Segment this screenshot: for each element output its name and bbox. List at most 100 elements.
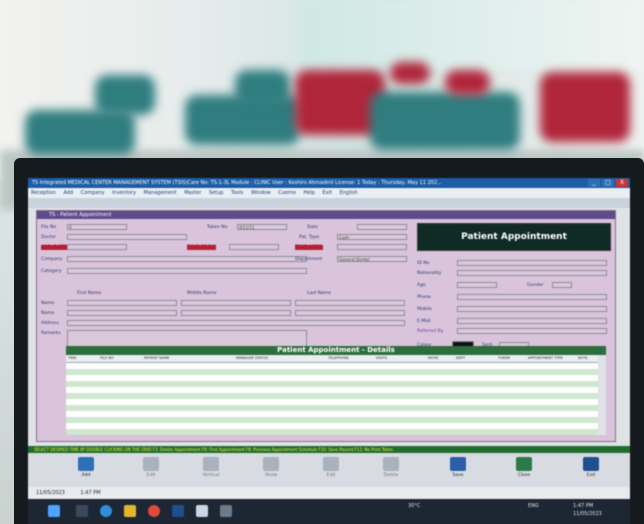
menu-company[interactable]: Company — [81, 190, 105, 196]
details-section-title: Patient Appointment - Details — [66, 346, 606, 355]
age-field[interactable] — [457, 282, 497, 288]
doctor-field[interactable] — [67, 234, 187, 240]
pat-type-label: Pat. Type — [299, 235, 320, 240]
col-file-no: FILE NO — [100, 356, 114, 360]
folder-icon[interactable] — [124, 505, 136, 517]
close-button[interactable]: X — [616, 179, 628, 187]
middle-name-ar-field[interactable] — [181, 310, 291, 316]
name-label: Name — [41, 301, 55, 306]
time-upto-field[interactable] — [337, 244, 407, 250]
status-time: 1:47 PM — [80, 490, 101, 496]
menu-window[interactable]: Window — [251, 190, 271, 196]
menu-master[interactable]: Master — [184, 190, 201, 196]
appt-date-field[interactable] — [67, 244, 127, 250]
task-view-icon[interactable] — [76, 505, 88, 517]
email-field[interactable] — [457, 318, 607, 324]
mobile-field[interactable] — [457, 306, 607, 312]
file-no-field[interactable]: 0 — [67, 224, 127, 230]
col-note: NOTE — [578, 356, 588, 360]
edit-button-label: Edit — [146, 473, 156, 478]
taskbar-clock[interactable]: 1:47 PM — [573, 503, 593, 509]
show-button-label: Show — [264, 473, 278, 478]
show-icon — [263, 457, 279, 471]
save-button[interactable]: Save — [440, 455, 476, 483]
phone-field[interactable] — [457, 294, 607, 300]
token-no-field[interactable]: 0/11/11 — [237, 224, 287, 230]
department-field[interactable]: General Dental — [337, 256, 407, 262]
menu-inventory[interactable]: Inventory — [112, 190, 136, 196]
nationality-field[interactable] — [457, 270, 607, 276]
last-name-ar-field[interactable] — [295, 310, 405, 316]
delete-button[interactable]: Delete — [373, 455, 409, 483]
exit-button[interactable]: Exit — [573, 455, 609, 483]
first-name-label: First Name — [77, 291, 102, 296]
chrome-icon[interactable] — [148, 505, 160, 517]
delete-button-label: Delete — [383, 473, 399, 478]
address-field[interactable] — [67, 320, 405, 326]
language-indicator[interactable]: ENG — [528, 503, 539, 509]
pat-type-field[interactable]: Cash — [337, 234, 407, 240]
menu-exit[interactable]: Exit — [323, 190, 332, 196]
app-icon[interactable] — [196, 505, 208, 517]
edit-record-button[interactable]: Edit — [313, 455, 349, 483]
grid-header: TIME FILE NO PATIENT NAME MANAGER STATUS… — [66, 355, 598, 363]
show-button[interactable]: Show — [253, 455, 289, 483]
menu-setup[interactable]: Setup — [209, 190, 224, 196]
menu-reception[interactable]: Reception — [31, 190, 56, 196]
window-titlebar: TS Integrated MEDICAL CENTER MANAGEMENT … — [28, 178, 630, 188]
maximize-button[interactable]: □ — [602, 179, 614, 187]
teal-chair — [25, 110, 135, 155]
app-icon[interactable] — [220, 505, 232, 517]
edit-record-button-label: Edit — [326, 473, 336, 478]
col-manager-status: MANAGER STATUS — [236, 356, 268, 360]
first-name-ar-field[interactable] — [67, 310, 177, 316]
details-grid[interactable]: TIME FILE NO PATIENT NAME MANAGER STATUS… — [66, 355, 598, 435]
company-field[interactable] — [67, 256, 307, 262]
last-name-label: Last Name — [307, 291, 332, 296]
col-dept: DEPT — [456, 356, 466, 360]
menu-cuemo[interactable]: Cuemo — [278, 190, 296, 196]
vertical-button[interactable]: Vertical — [193, 455, 229, 483]
last-name-field[interactable] — [295, 300, 405, 306]
add-button[interactable]: Add — [68, 455, 104, 483]
address-label: Address — [41, 321, 59, 326]
gender-field[interactable] — [552, 282, 572, 288]
id-no-field[interactable] — [457, 260, 607, 266]
minimize-button[interactable]: _ — [588, 179, 600, 187]
first-name-field[interactable] — [67, 300, 177, 306]
close-form-button[interactable]: Close — [506, 455, 542, 483]
edit-button[interactable]: Edit — [133, 455, 169, 483]
grid-row[interactable] — [66, 429, 598, 435]
date-field[interactable] — [357, 224, 407, 230]
referred-by-label: Referred By — [417, 329, 444, 334]
menu-help[interactable]: Help — [304, 190, 315, 196]
delete-icon — [383, 457, 399, 471]
col-telephone: TELEPHONE — [328, 356, 349, 360]
middle-name-field[interactable] — [181, 300, 291, 306]
form-header: TS - Patient Appointment — [37, 211, 615, 219]
col-appointment-type: APPOINTMENT TYPE — [528, 356, 563, 360]
app-icon[interactable] — [172, 505, 184, 517]
taskbar-date[interactable]: 11/05/2023 — [573, 511, 602, 517]
red-chair — [445, 70, 490, 95]
referred-by-field[interactable] — [457, 328, 607, 334]
menu-management[interactable]: Management — [144, 190, 177, 196]
category-label: Category — [41, 269, 62, 274]
time-from-field[interactable] — [229, 244, 279, 250]
id-no-label: ID No — [417, 261, 430, 266]
category-field[interactable] — [67, 268, 307, 274]
add-button-label: Add — [81, 473, 91, 478]
red-chair — [390, 62, 430, 84]
weather-indicator[interactable]: 30°C — [408, 503, 420, 509]
gender-label: Gender — [527, 283, 544, 288]
menu-english[interactable]: English — [340, 190, 358, 196]
close-form-icon — [516, 457, 532, 471]
teal-chair — [235, 70, 290, 105]
menu-tools[interactable]: Tools — [231, 190, 243, 196]
grid-scrollbar[interactable] — [598, 355, 606, 435]
teal-chair — [95, 75, 155, 115]
start-icon[interactable] — [48, 505, 60, 517]
menu-add[interactable]: Add — [64, 190, 74, 196]
exit-button-label: Exit — [586, 473, 596, 478]
edge-icon[interactable] — [100, 505, 112, 517]
